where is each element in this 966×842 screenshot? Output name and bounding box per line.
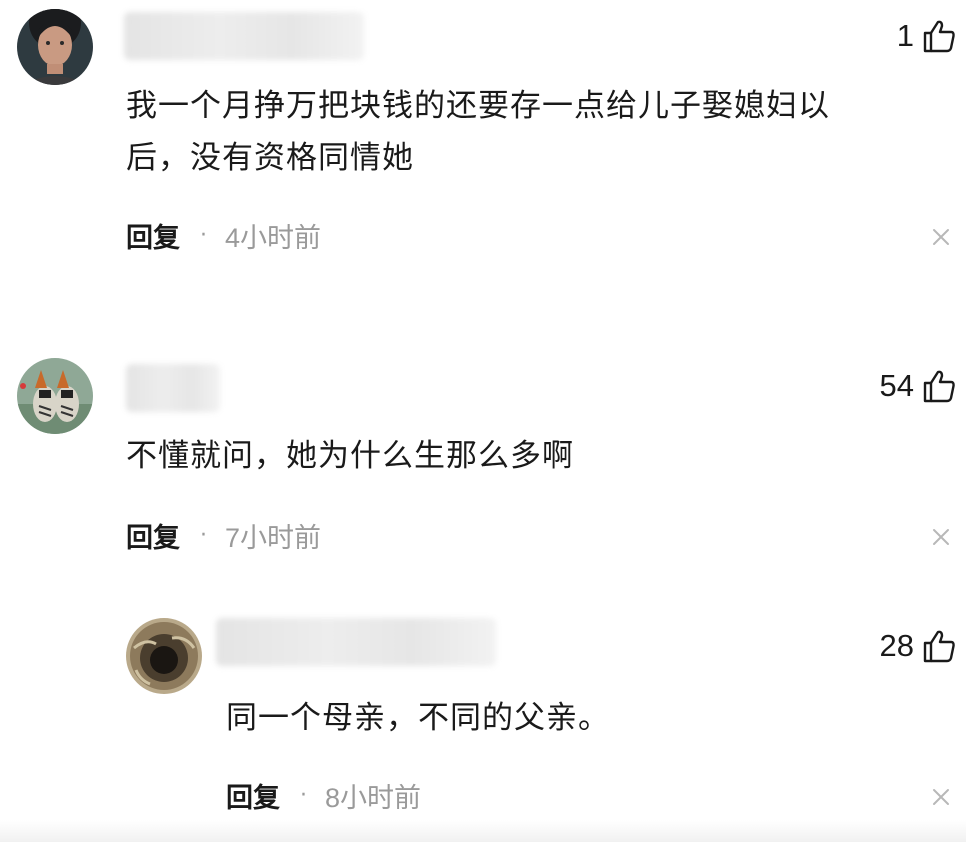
- thumbs-up-icon[interactable]: [922, 19, 956, 53]
- like-count: 28: [879, 628, 914, 663]
- comment-text: 同一个母亲，不同的父亲。: [226, 692, 610, 744]
- reply-button[interactable]: 回复: [226, 776, 280, 815]
- separator-dot: ·: [200, 222, 207, 248]
- like-control[interactable]: 54: [880, 364, 956, 408]
- close-icon[interactable]: [932, 788, 950, 806]
- comment-item: 1 我一个月挣万把块钱的还要存一点给儿子娶媳妇以 后，没有资格同情她 回复 · …: [0, 0, 966, 290]
- comment-text-line: 不懂就问，她为什么生那么多啊: [126, 438, 574, 474]
- reply-button[interactable]: 回复: [126, 516, 180, 555]
- like-count: 54: [879, 368, 914, 403]
- man-portrait-avatar-icon: [17, 9, 93, 85]
- thumbs-up-icon[interactable]: [922, 369, 956, 403]
- comment-meta: 回复 · 7小时前: [126, 516, 322, 555]
- comment-meta: 回复 · 8小时前: [226, 776, 422, 815]
- timestamp: 8小时前: [325, 782, 422, 813]
- bottom-fade: [0, 820, 966, 842]
- thumbs-up-icon[interactable]: [922, 629, 956, 663]
- like-control[interactable]: 28: [880, 624, 956, 668]
- like-count: 1: [896, 18, 914, 53]
- comment-text-line: 后，没有资格同情她: [126, 140, 414, 176]
- bird-avatar-icon: [17, 358, 93, 434]
- user-avatar[interactable]: [17, 358, 93, 434]
- comment-text: 我一个月挣万把块钱的还要存一点给儿子娶媳妇以 后，没有资格同情她: [126, 80, 830, 184]
- reply-item: 28 同一个母亲，不同的父亲。 回复 · 8小时前: [0, 610, 966, 842]
- close-icon[interactable]: [932, 528, 950, 546]
- separator-dot: ·: [300, 782, 307, 808]
- timestamp: 4小时前: [225, 222, 322, 253]
- username-blurred[interactable]: [126, 364, 220, 412]
- comment-text-line: 同一个母亲，不同的父亲。: [226, 700, 610, 736]
- comment-meta: 回复 · 4小时前: [126, 216, 322, 255]
- comment-text-line: 我一个月挣万把块钱的还要存一点给儿子娶媳妇以: [126, 88, 830, 124]
- timestamp: 7小时前: [225, 522, 322, 553]
- user-avatar[interactable]: [126, 618, 202, 694]
- reply-button[interactable]: 回复: [126, 216, 180, 255]
- close-icon[interactable]: [932, 228, 950, 246]
- username-blurred[interactable]: [216, 618, 496, 666]
- separator-dot: ·: [200, 522, 207, 548]
- comment-item: 54 不懂就问，她为什么生那么多啊 回复 · 7小时前: [0, 350, 966, 580]
- like-control[interactable]: 1: [897, 14, 956, 58]
- user-avatar[interactable]: [17, 9, 93, 85]
- well-avatar-icon: [126, 618, 202, 694]
- username-blurred[interactable]: [124, 12, 364, 60]
- comment-text: 不懂就问，她为什么生那么多啊: [126, 430, 574, 482]
